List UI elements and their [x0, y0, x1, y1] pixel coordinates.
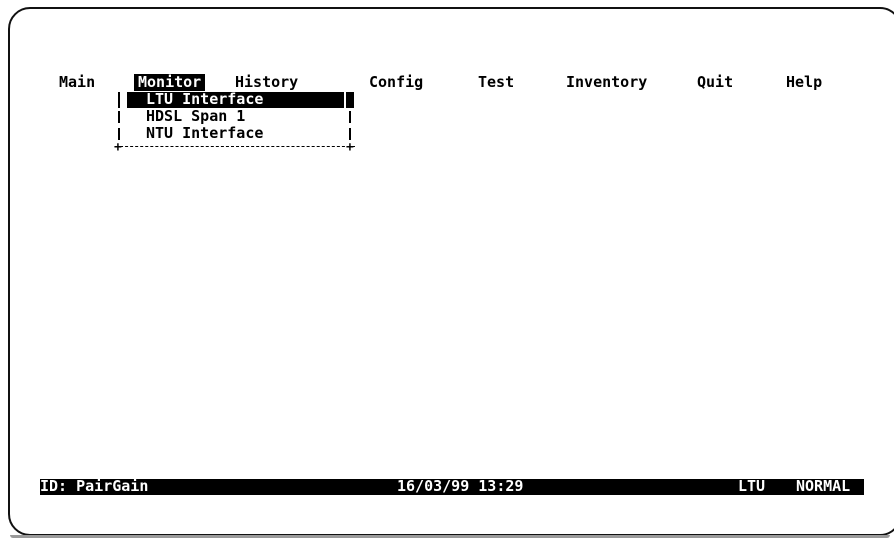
dropdown-item-ntu-interface[interactable]: NTU Interface	[146, 125, 263, 142]
menu-item-quit[interactable]: Quit	[697, 74, 733, 91]
menu-item-config[interactable]: Config	[369, 74, 423, 91]
dropdown-right-border	[349, 128, 351, 140]
status-datetime: 16/03/99 13:29	[397, 477, 524, 495]
dropdown-corner: +	[346, 140, 354, 155]
menu-item-help[interactable]: Help	[786, 74, 822, 91]
dropdown-item-ltu-interface[interactable]: LTU Interface	[146, 91, 263, 108]
dropdown-item-hdsl-span-1[interactable]: HDSL Span 1	[146, 108, 245, 125]
screen-shadow	[10, 535, 890, 538]
dropdown-corner: +	[114, 140, 122, 155]
menu-item-history[interactable]: History	[235, 74, 298, 91]
dropdown-selection-highlight	[346, 92, 354, 108]
dropdown-right-border	[349, 111, 351, 123]
dropdown-left-border	[118, 111, 120, 123]
status-id: ID: PairGain	[40, 477, 149, 495]
status-unit: LTU	[738, 477, 766, 495]
menu-item-inventory[interactable]: Inventory	[566, 74, 647, 91]
dropdown-left-border	[118, 92, 120, 108]
menu-item-main[interactable]: Main	[59, 74, 95, 91]
menu-item-monitor[interactable]: Monitor	[134, 74, 206, 91]
status-mode: NORMAL	[796, 477, 851, 495]
dropdown-bottom-border	[115, 146, 355, 147]
menu-item-test[interactable]: Test	[478, 74, 514, 91]
dropdown-left-border	[118, 128, 120, 140]
